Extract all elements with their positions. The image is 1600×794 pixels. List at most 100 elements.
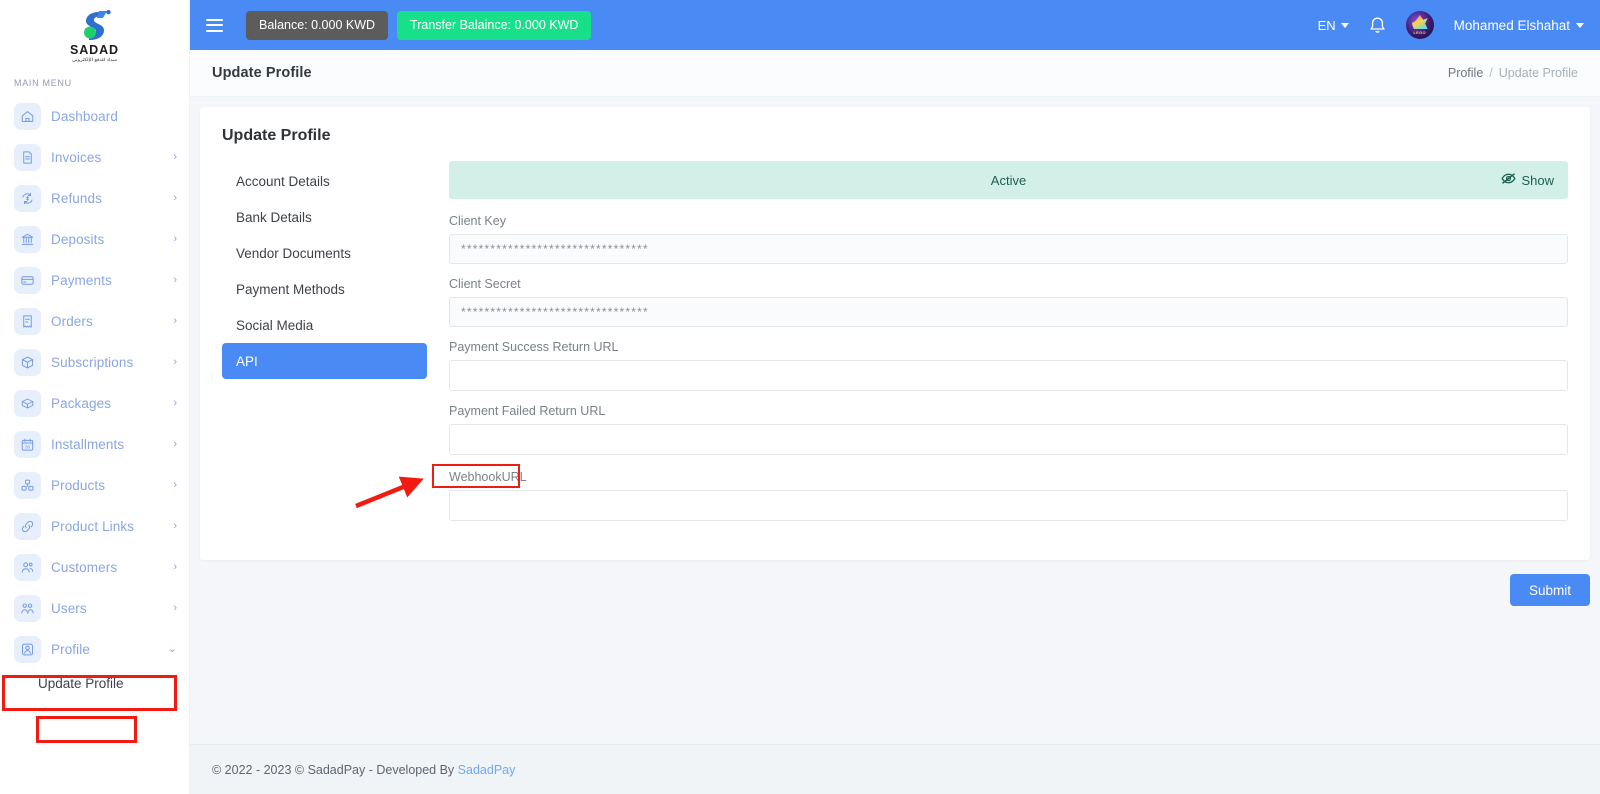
- sadad-logo-icon: [72, 9, 116, 43]
- balance-pill[interactable]: Balance: 0.000 KWD: [246, 10, 389, 40]
- topbar: Balance: 0.000 KWD Transfer Balaince: 0.…: [190, 0, 1600, 50]
- sidebar-item-label: Product Links: [51, 519, 135, 534]
- sidebar-item-profile[interactable]: Profile ⌄: [0, 629, 189, 670]
- page-title: Update Profile: [212, 65, 312, 81]
- toggle-show-credentials[interactable]: Show: [1501, 172, 1554, 188]
- update-profile-card: Update Profile Account Details Bank Detai…: [200, 107, 1590, 560]
- input-client-secret[interactable]: [449, 297, 1568, 327]
- hamburger-icon[interactable]: [206, 12, 232, 38]
- breadcrumb: Profile / Update Profile: [1448, 66, 1578, 80]
- input-webhookurl[interactable]: [449, 490, 1568, 521]
- tab-social-media[interactable]: Social Media: [222, 307, 427, 343]
- sidebar-item-label: Refunds: [51, 191, 102, 206]
- input-client-key[interactable]: [449, 234, 1568, 264]
- label-client-key: Client Key: [449, 214, 506, 228]
- chevron-right-icon: ›: [173, 438, 177, 450]
- field-group: WebhookURL: [449, 468, 1568, 521]
- chevron-right-icon: ›: [173, 315, 177, 327]
- submit-button[interactable]: Submit: [1509, 574, 1590, 606]
- sidebar-item-payments[interactable]: Payments ›: [0, 260, 189, 301]
- brand-name: SADAD: [70, 42, 119, 57]
- avatar[interactable]: LEGO: [1405, 11, 1434, 39]
- sidebar-item-label: Orders: [51, 314, 93, 329]
- sidebar-item-product-links[interactable]: Product Links ›: [0, 506, 189, 547]
- chevron-right-icon: ›: [173, 274, 177, 286]
- sidebar-item-orders[interactable]: Orders ›: [0, 301, 189, 342]
- tab-api[interactable]: API: [222, 343, 427, 379]
- sidebar-item-installments[interactable]: 30 Installments ›: [0, 424, 189, 465]
- label-webhookurl: WebhookURL: [449, 470, 527, 484]
- sidebar-item-label: Deposits: [51, 232, 105, 247]
- sidebar-item-label: Packages: [51, 396, 112, 411]
- chevron-right-icon: ›: [173, 602, 177, 614]
- avatar-image: [1411, 15, 1428, 29]
- submit-bar: Submit: [200, 574, 1590, 606]
- breadcrumb-parent[interactable]: Profile: [1448, 66, 1483, 80]
- chevron-right-icon: ›: [173, 479, 177, 491]
- receipt-icon: [14, 308, 41, 335]
- input-payment-failed-return-url[interactable]: [449, 424, 1568, 455]
- topbar-right-group: EN LEGO Mohamed Elshahat: [1318, 11, 1584, 39]
- sidebar-section-label: MAIN MENU: [14, 78, 72, 88]
- notification-bell-icon[interactable]: [1369, 16, 1386, 35]
- document-icon: [14, 144, 41, 171]
- tab-payment-methods[interactable]: Payment Methods: [222, 271, 427, 307]
- footer-link[interactable]: SadadPay: [458, 763, 516, 777]
- sidebar: SADAD سداد للدفع الإلكتروني MAIN MENU Da…: [0, 0, 190, 794]
- footer-text: © 2022 - 2023 © SadadPay - Developed By: [212, 762, 455, 777]
- form-fields: Client Key Client Secret Payment Success R…: [449, 214, 1568, 521]
- label-payment-success-return-url: Payment Success Return URL: [449, 340, 619, 354]
- profile-tabs: Account Details Bank Details Vendor Docume…: [222, 161, 427, 534]
- sidebar-item-packages[interactable]: Packages ›: [0, 383, 189, 424]
- sidebar-item-label: Customers: [51, 560, 118, 575]
- sidebar-item-label: Payments: [51, 273, 112, 288]
- tab-account-details[interactable]: Account Details: [222, 163, 427, 199]
- user-menu[interactable]: Mohamed Elshahat: [1454, 18, 1584, 33]
- footer: © 2022 - 2023 © SadadPay - Developed By …: [190, 744, 1600, 794]
- sidebar-item-label: Products: [51, 478, 106, 493]
- transfer-balance-pill[interactable]: Transfer Balaince: 0.000 KWD: [397, 10, 592, 40]
- label-client-secret: Client Secret: [449, 277, 521, 291]
- sidebar-item-products[interactable]: Products ›: [0, 465, 189, 506]
- sidebar-item-label: Installments: [51, 437, 125, 452]
- sidebar-subitem-update-profile[interactable]: Update Profile: [0, 670, 189, 697]
- products-icon: [14, 472, 41, 499]
- refund-icon: [14, 185, 41, 212]
- breadcrumb-current: Update Profile: [1498, 66, 1578, 80]
- sidebar-item-users[interactable]: Users ›: [0, 588, 189, 629]
- field-group: Payment Failed Return URL: [449, 404, 1568, 455]
- tab-bank-details[interactable]: Bank Details: [222, 199, 427, 235]
- user-name-label: Mohamed Elshahat: [1453, 17, 1570, 33]
- field-group: Client Key: [449, 214, 1568, 264]
- profile-icon: [14, 636, 41, 663]
- credit-card-icon: [14, 267, 41, 294]
- show-label: Show: [1521, 172, 1554, 188]
- avatar-tag: LEGO: [1413, 30, 1426, 35]
- label-payment-failed-return-url: Payment Failed Return URL: [449, 404, 606, 418]
- sidebar-item-deposits[interactable]: Deposits ›: [0, 219, 189, 260]
- page-header: Update Profile Profile / Update Profile: [190, 50, 1600, 97]
- brand-logo[interactable]: SADAD سداد للدفع الإلكتروني: [0, 0, 189, 68]
- language-selector[interactable]: EN: [1318, 18, 1349, 33]
- sidebar-item-customers[interactable]: Customers ›: [0, 547, 189, 588]
- sidebar-item-dashboard[interactable]: Dashboard: [0, 96, 189, 137]
- chevron-right-icon: ›: [173, 356, 177, 368]
- eye-slash-icon: [1501, 172, 1517, 188]
- main-area: Balance: 0.000 KWD Transfer Balaince: 0.…: [190, 0, 1600, 794]
- sidebar-item-label: Users: [51, 601, 87, 616]
- chevron-right-icon: ›: [173, 192, 177, 204]
- sidebar-item-invoices[interactable]: Invoices ›: [0, 137, 189, 178]
- home-icon: [14, 103, 41, 130]
- chevron-down-icon: [1576, 22, 1584, 28]
- tab-vendor-documents[interactable]: Vendor Documents: [222, 235, 427, 271]
- chevron-right-icon: ›: [173, 151, 177, 163]
- chevron-down-icon: ⌄: [167, 643, 177, 655]
- app-root: SADAD سداد للدفع الإلكتروني MAIN MENU Da…: [0, 0, 1600, 794]
- input-payment-success-return-url[interactable]: [449, 360, 1568, 391]
- chevron-right-icon: ›: [173, 233, 177, 245]
- sidebar-item-label: Profile: [51, 642, 90, 657]
- sidebar-item-subscriptions[interactable]: Subscriptions ›: [0, 342, 189, 383]
- sidebar-item-refunds[interactable]: Refunds ›: [0, 178, 189, 219]
- sidebar-item-label: Invoices: [51, 150, 102, 165]
- users-icon: [14, 595, 41, 622]
